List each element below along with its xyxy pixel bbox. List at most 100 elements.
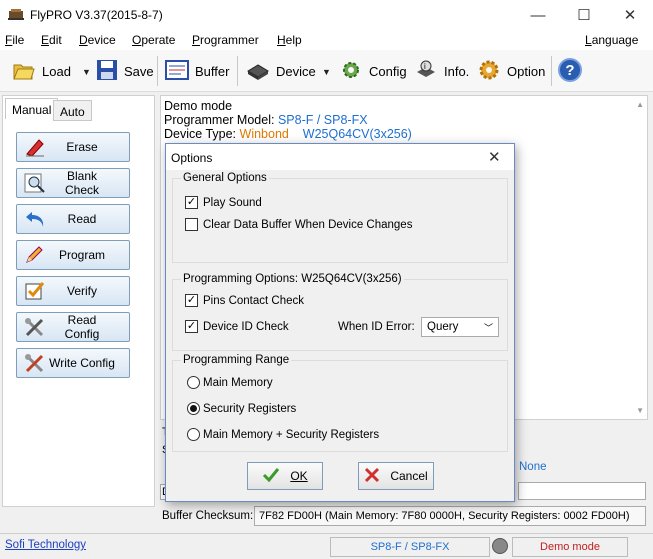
type-label: Device Type: (164, 127, 237, 141)
id-error-select[interactable]: Query ﹀ (421, 317, 499, 337)
checksum-label: Buffer Checksum: (162, 510, 254, 522)
range-security-option[interactable]: Security Registers (187, 402, 296, 415)
info-label: Info. (444, 63, 470, 79)
x-icon (364, 467, 380, 486)
config-label: Config (369, 63, 407, 79)
toolbar: Load ▼ Save Buffer Device ▼ Config i Inf… (0, 50, 653, 92)
company-link[interactable]: Sofi Technology (5, 539, 86, 551)
window-title: FlyPRO V3.37(2015-8-7) (30, 8, 163, 22)
toolbar-separator (551, 56, 552, 86)
menu-language[interactable]: Language (585, 33, 638, 47)
play-sound-option[interactable]: ✓ Play Sound (185, 196, 262, 209)
erase-button[interactable]: Erase (16, 132, 130, 162)
write-config-button[interactable]: Write Config (16, 348, 130, 378)
load-dropdown-arrow[interactable]: ▼ (82, 67, 91, 77)
info-button[interactable]: i Info. (414, 57, 469, 85)
app-icon (8, 8, 24, 20)
save-label: Save (124, 63, 154, 79)
log-line-type: Device Type: Winbond W25Q64CV(3x256) (164, 127, 644, 141)
log-line-model: Programmer Model: SP8-F / SP8-FX (164, 113, 644, 127)
read-button[interactable]: Read (16, 204, 130, 234)
program-label: Program (58, 248, 105, 262)
menu-operate[interactable]: Operate (132, 33, 175, 47)
read-config-label: Read Config (64, 313, 100, 341)
range-both-radio[interactable] (187, 428, 200, 441)
close-window-button[interactable]: ✕ (607, 0, 653, 30)
connection-led (492, 538, 508, 554)
check-icon (262, 467, 280, 486)
tools-icon (21, 351, 49, 375)
help-icon[interactable]: ? (558, 58, 582, 82)
menu-bar: File Edit Device Operate Programmer Help… (0, 30, 653, 50)
option-label: Option (507, 63, 546, 79)
play-sound-label: Play Sound (203, 196, 262, 209)
load-label: Load (42, 63, 71, 79)
menu-help[interactable]: Help (277, 33, 302, 47)
maximize-button[interactable]: ☐ (561, 0, 607, 30)
menu-file[interactable]: File (5, 33, 24, 47)
folder-open-icon (12, 59, 36, 84)
chevron-down-icon: ﹀ (483, 322, 493, 333)
read-label: Read (67, 212, 97, 226)
id-check-checkbox[interactable]: ✓ (185, 320, 198, 333)
eraser-icon (21, 135, 49, 159)
id-check-label: Device ID Check (203, 320, 289, 333)
option-button[interactable]: Option (477, 57, 545, 85)
config-button[interactable]: Config (339, 57, 407, 85)
erase-label: Erase (66, 140, 98, 154)
read-config-button[interactable]: Read Config (16, 312, 130, 342)
general-options-title: General Options (181, 172, 269, 184)
range-main-option[interactable]: Main Memory (187, 376, 273, 389)
verify-button[interactable]: Verify (16, 276, 130, 306)
menu-programmer[interactable]: Programmer (192, 33, 259, 47)
clear-buffer-option[interactable]: Clear Data Buffer When Device Changes (185, 218, 412, 231)
buffer-button[interactable]: Buffer (165, 57, 229, 85)
buffer-icon (165, 59, 189, 83)
info-icon: i (414, 59, 438, 84)
status-mode: Demo mode (512, 537, 628, 557)
buffer-label: Buffer (195, 63, 230, 79)
program-button[interactable]: Program (16, 240, 130, 270)
pins-check-checkbox[interactable]: ✓ (185, 294, 198, 307)
model-value: SP8-F / SP8-FX (277, 113, 368, 127)
dialog-title: Options (171, 151, 213, 165)
programming-range-group: Programming Range Main Memory Security R… (172, 354, 508, 452)
range-security-label: Security Registers (203, 402, 297, 415)
status-bar: Sofi Technology SP8-F / SP8-FX Demo mode (0, 533, 653, 559)
minimize-button[interactable]: — (515, 0, 561, 30)
clear-buffer-label: Clear Data Buffer When Device Changes (203, 218, 413, 231)
range-security-radio[interactable] (187, 402, 200, 415)
menu-edit[interactable]: Edit (41, 33, 62, 47)
range-main-radio[interactable] (187, 376, 200, 389)
blank-check-button[interactable]: Blank Check (16, 168, 130, 198)
play-sound-checkbox[interactable]: ✓ (185, 196, 198, 209)
tab-auto[interactable]: Auto (53, 100, 92, 121)
ok-button[interactable]: OK (247, 462, 323, 490)
scroll-up-arrow[interactable]: ▲ (636, 98, 644, 112)
tab-manual[interactable]: Manual (5, 98, 59, 119)
menu-device[interactable]: Device (79, 33, 116, 47)
id-check-option[interactable]: ✓ Device ID Check (185, 320, 289, 333)
cancel-button[interactable]: Cancel (358, 462, 434, 490)
dialog-close-button[interactable]: ✕ (488, 148, 501, 166)
write-config-label: Write Config (49, 356, 115, 370)
programming-options-title: Programming Options: W25Q64CV(3x256) (181, 273, 404, 285)
load-button[interactable]: Load (12, 57, 71, 85)
floppy-icon (96, 59, 118, 84)
id-error-label: When ID Error: (338, 321, 415, 333)
verify-label: Verify (66, 284, 97, 298)
scroll-down-arrow[interactable]: ▼ (636, 404, 644, 418)
save-button[interactable]: Save (96, 57, 154, 85)
clear-buffer-checkbox[interactable] (185, 218, 198, 231)
log-line-mode: Demo mode (164, 99, 233, 113)
range-both-option[interactable]: Main Memory + Security Registers (187, 428, 379, 441)
chip-socket-icon (246, 59, 270, 84)
device-button[interactable]: Device (246, 57, 316, 85)
device-dropdown-arrow[interactable]: ▼ (322, 67, 331, 77)
pencil-icon (21, 243, 49, 267)
svg-text:i: i (424, 62, 426, 71)
pins-check-option[interactable]: ✓ Pins Contact Check (185, 294, 304, 307)
device-value: W25Q64CV(3x256) (302, 127, 412, 141)
undo-arrow-icon (21, 207, 49, 231)
general-options-group: General Options ✓ Play Sound Clear Data … (172, 172, 508, 263)
